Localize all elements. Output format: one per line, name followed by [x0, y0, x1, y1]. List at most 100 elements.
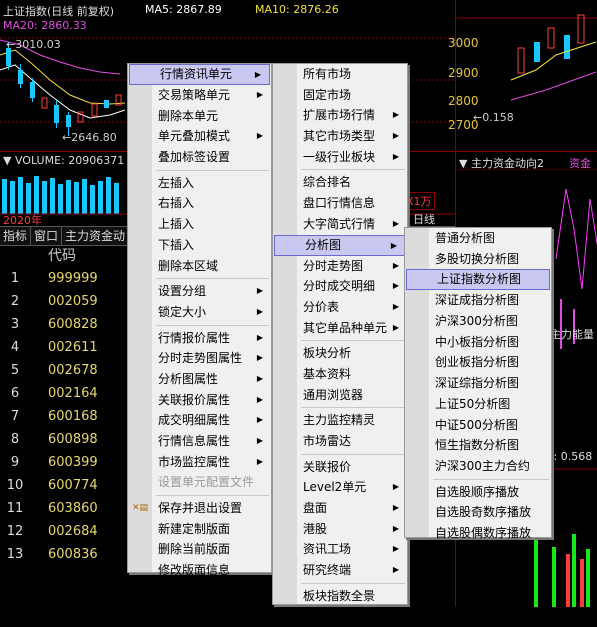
menu-item[interactable]: 行情资讯单元▶: [129, 64, 270, 85]
submenu-arrow-icon: ▶: [257, 369, 263, 390]
menu-item[interactable]: 行情报价属性▶: [128, 328, 271, 349]
header-code[interactable]: 代码: [30, 245, 118, 267]
menu-item-label: 板块指数全景: [303, 589, 375, 603]
menu-item: 设置单元配置文件: [128, 472, 271, 493]
menu-item-label: 沪深300主力合约: [435, 459, 530, 473]
menu-item[interactable]: 设置分组▶: [128, 281, 271, 302]
menu-item[interactable]: 固定市场: [273, 85, 407, 106]
menu-item-label: 通用浏览器: [303, 388, 363, 402]
menu-item[interactable]: 分价表▶: [273, 297, 407, 318]
menu-item[interactable]: 板块分析: [273, 343, 407, 364]
menu-item-label: 市场雷达: [303, 434, 351, 448]
menu-item[interactable]: 综合排名: [273, 172, 407, 193]
row-index: 6: [0, 382, 30, 405]
chevron-down-icon[interactable]: ▼: [3, 154, 11, 167]
menu-item[interactable]: 自选股奇数序播放: [405, 502, 551, 523]
menu-item[interactable]: 删除本区域: [128, 256, 271, 277]
tab-window[interactable]: 窗口: [31, 227, 62, 245]
menu-item-label: 右插入: [158, 196, 194, 210]
menu-item[interactable]: 多股切换分析图: [405, 249, 551, 270]
menu-item-label: 上证指数分析图: [437, 272, 521, 286]
menu-item[interactable]: 深证成指分析图: [405, 290, 551, 311]
menu-item-label: 左插入: [158, 176, 194, 190]
menu-item[interactable]: 盘面▶: [273, 498, 407, 519]
menu-item[interactable]: 盘口行情信息: [273, 193, 407, 214]
menu-item-label: 下插入: [158, 238, 194, 252]
context-menu: 行情资讯单元▶交易策略单元▶ 删除本单元单元叠加模式▶ 叠加标签设置左插入右插入上插…: [127, 63, 272, 573]
menu-item[interactable]: 板块指数全景: [273, 586, 407, 607]
menu-item[interactable]: 分时成交明细▶: [273, 276, 407, 297]
menu-item[interactable]: 下插入: [128, 235, 271, 256]
menu-item-label: 锁定大小: [158, 305, 206, 319]
menu-item[interactable]: ✕▤保存并退出设置: [128, 498, 271, 519]
stock-code: 999999: [30, 267, 118, 290]
menu-item[interactable]: 深证综指分析图: [405, 373, 551, 394]
menu-item[interactable]: 成交明细属性▶: [128, 410, 271, 431]
menu-item[interactable]: 锁定大小 ▶: [128, 302, 271, 323]
menu-item[interactable]: 港股▶: [273, 519, 407, 540]
menu-item[interactable]: 叠加标签设置: [128, 147, 271, 168]
stock-code: 600399: [30, 451, 118, 474]
menu-item[interactable]: 分析图属性▶: [128, 369, 271, 390]
menu-item[interactable]: 一级行业板块▶: [273, 147, 407, 168]
menu-separator: [301, 407, 405, 408]
menu-item-label: 大字简式行情: [303, 217, 375, 231]
menu-item-label: 中证500分析图: [435, 418, 518, 432]
menu-item[interactable]: 上证指数分析图: [406, 269, 550, 290]
menu-item[interactable]: 中小板指分析图: [405, 332, 551, 353]
menu-item[interactable]: 修改版面信息: [128, 560, 271, 581]
menu-item[interactable]: 交易策略单元▶: [128, 85, 271, 106]
menu-item[interactable]: 分时走势图▶: [273, 256, 407, 277]
menu-item-label: 分价表: [303, 300, 339, 314]
menu-item[interactable]: 所有市场: [273, 64, 407, 85]
menu-item-label: 盘面: [303, 501, 327, 515]
menu-item[interactable]: 行情信息属性▶: [128, 431, 271, 452]
submenu-arrow-icon: ▶: [393, 147, 399, 168]
tab-fund-flow[interactable]: 主力资金动: [62, 227, 129, 245]
kline-title: 上证指数(日线 前复权): [3, 3, 114, 19]
menu-item[interactable]: 右插入: [128, 193, 271, 214]
menu-item[interactable]: 删除本单元: [128, 106, 271, 127]
menu-item-label: 删除本单元: [158, 109, 218, 123]
menu-item[interactable]: 沪深300主力合约: [405, 456, 551, 477]
menu-item[interactable]: 市场监控属性▶: [128, 452, 271, 473]
menu-separator: [156, 278, 269, 279]
menu-item-label: 叠加标签设置: [158, 150, 230, 164]
menu-item[interactable]: 大字简式行情▶: [273, 214, 407, 235]
menu-item[interactable]: 沪深300分析图: [405, 311, 551, 332]
menu-item-label: 板块分析: [303, 346, 351, 360]
menu-item[interactable]: Level2单元▶: [273, 477, 407, 498]
menu-item[interactable]: 普通分析图: [405, 228, 551, 249]
menu-item[interactable]: 新建定制版面: [128, 519, 271, 540]
menu-item[interactable]: 资讯工场▶: [273, 539, 407, 560]
menu-item[interactable]: 分时走势图属性▶: [128, 348, 271, 369]
menu-item[interactable]: 上证50分析图: [405, 394, 551, 415]
menu-item[interactable]: 自选股顺序播放: [405, 482, 551, 503]
menu-item[interactable]: 通用浏览器: [273, 385, 407, 406]
menu-item[interactable]: 分析图▶: [274, 235, 406, 256]
menu-item[interactable]: 删除当前版面: [128, 539, 271, 560]
menu-item[interactable]: 左插入: [128, 173, 271, 194]
menu-item[interactable]: 关联报价: [273, 457, 407, 478]
menu-item[interactable]: 关联报价属性▶: [128, 390, 271, 411]
tab-indicator[interactable]: 指标: [0, 227, 31, 245]
submenu-arrow-icon: ▶: [257, 302, 263, 323]
period-label: 日线: [413, 211, 435, 227]
menu-item[interactable]: 基本资料: [273, 364, 407, 385]
menu-item[interactable]: 单元叠加模式▶: [128, 126, 271, 147]
menu-item[interactable]: 研究终端▶: [273, 560, 407, 581]
menu-item[interactable]: 中证500分析图: [405, 415, 551, 436]
submenu-arrow-icon: ▶: [391, 236, 397, 255]
menu-item[interactable]: 市场雷达: [273, 431, 407, 452]
menu-item[interactable]: 创业板指分析图: [405, 352, 551, 373]
menu-item[interactable]: 其它市场类型▶: [273, 126, 407, 147]
menu-item[interactable]: 星空图: [273, 607, 407, 627]
menu-item[interactable]: 上插入: [128, 214, 271, 235]
menu-item[interactable]: 主力监控精灵: [273, 410, 407, 431]
menu-item[interactable]: 其它单品种单元▶: [273, 318, 407, 339]
stock-code: 603860: [30, 497, 118, 520]
menu-item[interactable]: 恒生指数分析图: [405, 435, 551, 456]
menu-item-label: 基本资料: [303, 367, 351, 381]
menu-item[interactable]: 自选股偶数序播放: [405, 523, 551, 544]
menu-item[interactable]: 扩展市场行情▶: [273, 105, 407, 126]
